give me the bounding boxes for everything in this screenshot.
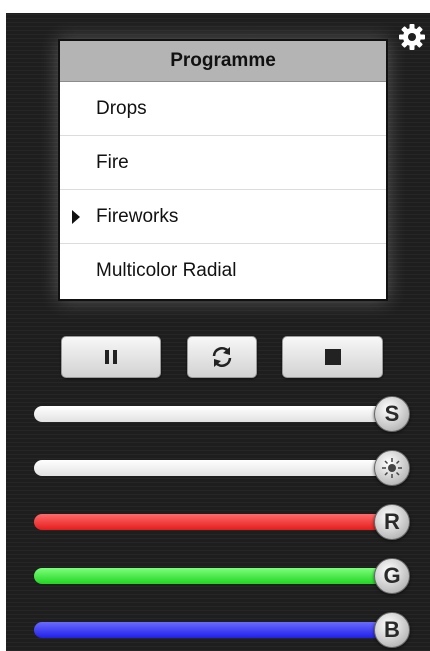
programme-item-label: Fireworks bbox=[96, 205, 179, 227]
blue-track bbox=[34, 622, 394, 638]
programme-item-label: Fire bbox=[96, 151, 129, 173]
pause-icon bbox=[105, 350, 117, 364]
blue-slider[interactable]: B bbox=[34, 612, 410, 648]
brightness-track bbox=[34, 460, 394, 476]
red-knob[interactable]: R bbox=[374, 504, 410, 540]
refresh-icon bbox=[212, 347, 232, 367]
pause-button[interactable] bbox=[61, 336, 161, 378]
speed-track bbox=[34, 406, 394, 422]
app-screen: Programme Drops Fire Fireworks Multicolo… bbox=[6, 13, 430, 651]
gear-icon[interactable] bbox=[398, 23, 426, 51]
green-track bbox=[34, 568, 394, 584]
selected-arrow-icon bbox=[72, 209, 80, 224]
green-slider[interactable]: G bbox=[34, 558, 410, 594]
brightness-slider[interactable] bbox=[34, 450, 410, 486]
red-track bbox=[34, 514, 394, 530]
red-slider[interactable]: R bbox=[34, 504, 410, 540]
speed-slider[interactable]: S bbox=[34, 396, 410, 432]
programme-item-fireworks[interactable]: Fireworks bbox=[60, 190, 386, 244]
stop-button[interactable] bbox=[282, 336, 383, 378]
brightness-knob[interactable] bbox=[374, 450, 410, 486]
green-knob[interactable]: G bbox=[374, 558, 410, 594]
programme-item-drops[interactable]: Drops bbox=[60, 82, 386, 136]
programme-item-multicolor-radial[interactable]: Multicolor Radial bbox=[60, 244, 386, 297]
stop-icon bbox=[324, 349, 341, 365]
programme-item-label: Drops bbox=[96, 97, 147, 119]
programme-item-fire[interactable]: Fire bbox=[60, 136, 386, 190]
refresh-button[interactable] bbox=[187, 336, 257, 378]
blue-knob[interactable]: B bbox=[374, 612, 410, 648]
programme-item-label: Multicolor Radial bbox=[96, 259, 237, 281]
speed-knob[interactable]: S bbox=[374, 396, 410, 432]
sun-icon bbox=[382, 458, 402, 478]
programme-list: Programme Drops Fire Fireworks Multicolo… bbox=[58, 39, 388, 301]
programme-header: Programme bbox=[60, 41, 386, 82]
